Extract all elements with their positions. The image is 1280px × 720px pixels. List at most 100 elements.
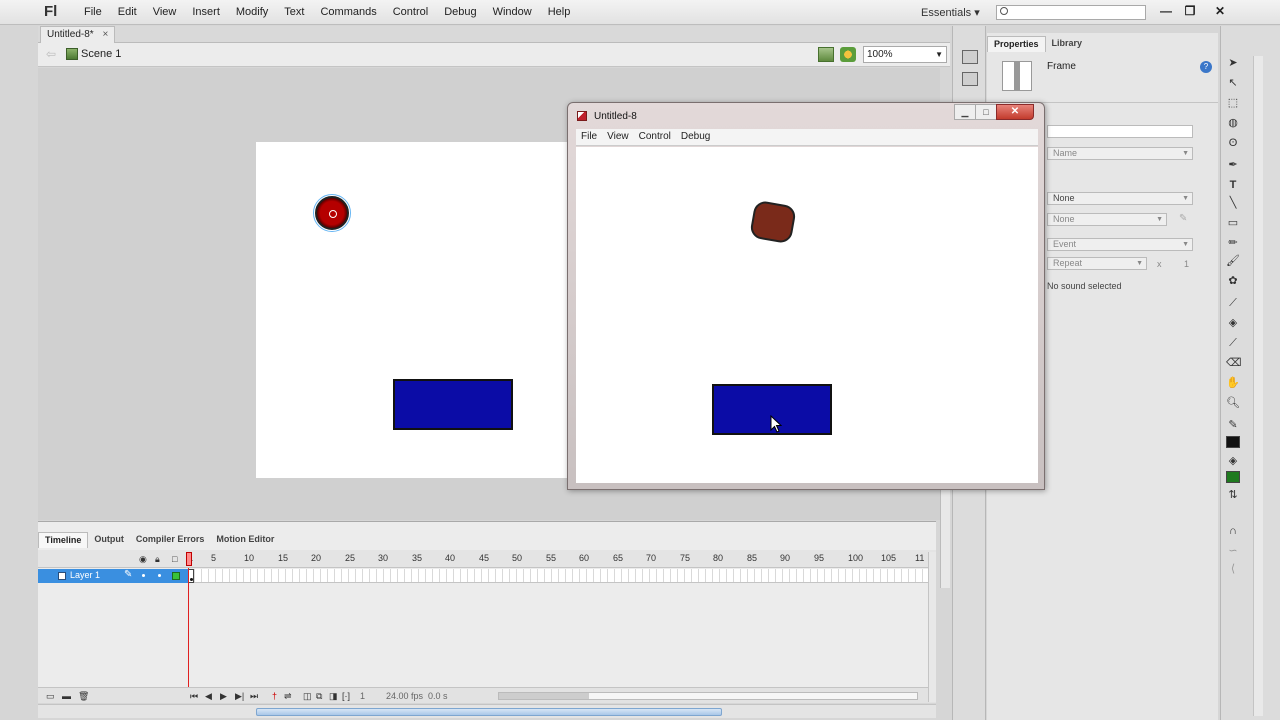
document-tab[interactable]: Untitled-8* ×: [40, 26, 116, 43]
menu-text[interactable]: Text: [276, 6, 312, 18]
deco-tool-icon[interactable]: ✿: [1226, 274, 1240, 288]
sound-name-select[interactable]: None ▼: [1047, 192, 1193, 205]
layer-row[interactable]: Layer 1 ✎: [38, 569, 188, 583]
menu-view[interactable]: View: [145, 6, 185, 18]
color-panel-icon[interactable]: [962, 50, 978, 64]
menu-modify[interactable]: Modify: [228, 6, 276, 18]
flash-player-window[interactable]: Untitled-8 ▁ □ ✕ File View Control Debug: [567, 102, 1045, 490]
free-transform-tool-icon[interactable]: ⬚: [1226, 96, 1240, 110]
player-maximize-button[interactable]: □: [975, 104, 997, 120]
onion-outline-icon[interactable]: ⧉: [316, 691, 322, 702]
player-minimize-button[interactable]: ▁: [954, 104, 976, 120]
tools-scrollbar[interactable]: [1253, 56, 1263, 716]
loop-icon[interactable]: ⇌: [284, 691, 292, 702]
lock-icon[interactable]: 🔒︎: [155, 554, 160, 565]
fill-color-swatch[interactable]: [1226, 471, 1240, 483]
smooth-icon[interactable]: ∽: [1226, 544, 1240, 558]
minimize-button[interactable]: —: [1154, 2, 1178, 20]
back-arrow-icon[interactable]: ⇦: [46, 47, 56, 61]
menu-commands[interactable]: Commands: [312, 6, 384, 18]
new-layer-icon[interactable]: ▭: [46, 691, 55, 702]
paint-bucket-tool-icon[interactable]: ◈: [1226, 316, 1240, 330]
player-menu-view[interactable]: View: [602, 129, 634, 145]
step-forward-icon[interactable]: ▶|: [235, 691, 244, 702]
tab-library[interactable]: Library: [1046, 36, 1089, 52]
onion-markers-icon[interactable]: [·]: [342, 691, 350, 701]
label-type-select[interactable]: Name ▼: [1047, 147, 1193, 160]
frame-cells[interactable]: [188, 569, 928, 583]
onion-skin-icon[interactable]: ◫: [303, 691, 312, 702]
scene-label[interactable]: Scene 1: [81, 48, 121, 60]
visibility-dot-icon[interactable]: [142, 574, 145, 577]
timeline-horizontal-scrollbar[interactable]: [498, 692, 918, 700]
first-frame-icon[interactable]: ⏮: [190, 691, 198, 702]
paddle-movieclip[interactable]: [393, 379, 513, 430]
frame-name-input[interactable]: [1047, 125, 1193, 138]
3d-rotation-tool-icon[interactable]: ◍: [1226, 116, 1240, 130]
brush-tool-icon[interactable]: 🖌︎: [1226, 254, 1240, 268]
layer-name[interactable]: Layer 1: [70, 570, 100, 580]
menu-edit[interactable]: Edit: [110, 6, 145, 18]
player-close-button[interactable]: ✕: [996, 104, 1034, 120]
ball-movieclip[interactable]: [313, 194, 351, 232]
player-canvas[interactable]: [576, 147, 1038, 483]
frame-ruler[interactable]: 1 5 10 15 20 25 30 35 40 45 50 55 60 65 …: [188, 550, 928, 568]
line-tool-icon[interactable]: ╲: [1226, 196, 1240, 210]
sound-effect-select[interactable]: None ▼: [1047, 213, 1167, 226]
playhead-handle[interactable]: [186, 552, 192, 566]
pencil-tool-icon[interactable]: ✏: [1226, 236, 1240, 250]
swap-colors-icon[interactable]: ⇅: [1226, 488, 1240, 502]
menu-file[interactable]: File: [76, 6, 110, 18]
edit-scene-icon[interactable]: [840, 47, 856, 62]
eyedropper-tool-icon[interactable]: ⟋: [1226, 336, 1240, 350]
edit-multiple-frames-icon[interactable]: ◨: [329, 691, 338, 702]
tab-compiler-errors[interactable]: Compiler Errors: [130, 532, 211, 548]
stroke-color-swatch[interactable]: [1226, 436, 1240, 448]
stage-horizontal-scrollbar[interactable]: [38, 704, 936, 718]
tab-timeline[interactable]: Timeline: [38, 532, 89, 548]
new-folder-icon[interactable]: ▬: [62, 691, 71, 701]
scroll-thumb[interactable]: [499, 693, 589, 699]
eye-icon[interactable]: ◉: [139, 554, 147, 565]
straighten-icon[interactable]: ⟨: [1226, 562, 1240, 576]
help-icon[interactable]: ?: [1200, 61, 1212, 73]
zoom-select[interactable]: 100% ▼: [863, 46, 947, 63]
outline-color-icon[interactable]: [172, 572, 180, 580]
bone-tool-icon[interactable]: ⟋: [1226, 296, 1240, 310]
menu-debug[interactable]: Debug: [436, 6, 484, 18]
outline-icon[interactable]: □: [172, 554, 177, 564]
subselection-tool-icon[interactable]: ↖: [1226, 76, 1240, 90]
rectangle-tool-icon[interactable]: ▭: [1226, 216, 1240, 230]
text-tool-icon[interactable]: T: [1226, 178, 1240, 192]
snap-magnet-icon[interactable]: ∩: [1226, 524, 1240, 538]
timeline-vertical-scrollbar[interactable]: [928, 552, 936, 702]
edit-symbols-icon[interactable]: [818, 47, 834, 62]
lock-dot-icon[interactable]: [158, 574, 161, 577]
play-icon[interactable]: ▶: [220, 691, 227, 702]
player-titlebar[interactable]: Untitled-8 ▁ □ ✕: [568, 103, 1044, 129]
last-frame-icon[interactable]: ⏭: [250, 691, 258, 702]
restore-button[interactable]: ❐: [1178, 2, 1202, 20]
eraser-tool-icon[interactable]: ⌫: [1226, 356, 1242, 370]
repeat-count[interactable]: 1: [1184, 259, 1189, 269]
player-menu-file[interactable]: File: [576, 129, 602, 145]
sound-sync-select[interactable]: Event ▼: [1047, 238, 1193, 251]
menu-window[interactable]: Window: [485, 6, 540, 18]
scroll-thumb[interactable]: [256, 708, 722, 716]
close-tab-icon[interactable]: ×: [102, 29, 108, 40]
player-menu-debug[interactable]: Debug: [676, 129, 715, 145]
menu-insert[interactable]: Insert: [184, 6, 228, 18]
close-button[interactable]: ✕: [1208, 2, 1232, 20]
sound-repeat-select[interactable]: Repeat ▼: [1047, 257, 1147, 270]
frame-rate[interactable]: 24.00 fps: [386, 691, 423, 701]
tab-motion-editor[interactable]: Motion Editor: [210, 532, 280, 548]
swatches-panel-icon[interactable]: [962, 72, 978, 86]
center-frame-icon[interactable]: †: [272, 691, 277, 701]
delete-layer-icon[interactable]: 🗑︎: [78, 691, 89, 702]
tab-output[interactable]: Output: [88, 532, 130, 548]
menu-help[interactable]: Help: [540, 6, 579, 18]
lasso-tool-icon[interactable]: ʘ: [1226, 136, 1240, 150]
workspace-switcher[interactable]: Essentials ▾: [921, 6, 980, 19]
tab-properties[interactable]: Properties: [987, 36, 1046, 52]
edit-pencil-icon[interactable]: ✎: [1179, 213, 1187, 224]
